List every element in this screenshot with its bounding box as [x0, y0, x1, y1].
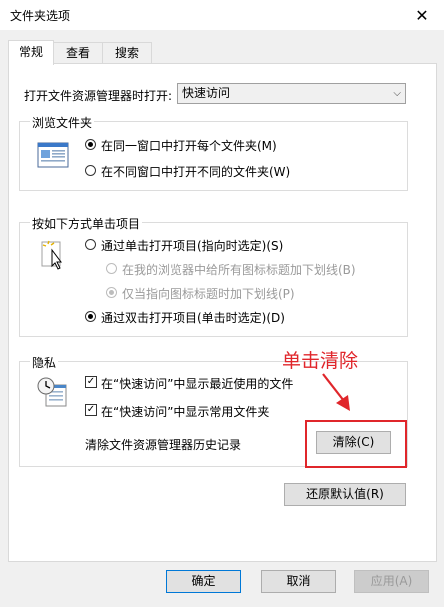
radio-new-window-label[interactable]: 在不同窗口中打开不同的文件夹(W): [101, 163, 290, 180]
tab-search[interactable]: 搜索: [102, 42, 152, 64]
checkbox-frequent-folders[interactable]: ✓: [85, 404, 97, 416]
annotation-arrow-icon: [318, 371, 358, 413]
tab-general[interactable]: 常规: [8, 40, 54, 65]
annotation-text: 单击清除: [282, 350, 359, 372]
click-items-title: 按如下方式单击项目: [30, 215, 143, 232]
radio-single-click-label[interactable]: 通过单击打开项目(指向时选定)(S): [101, 237, 283, 254]
folder-window-icon: [37, 142, 69, 170]
history-clock-icon: [36, 376, 68, 408]
open-explorer-select[interactable]: 快速访问 ⌵: [177, 83, 406, 104]
pointer-click-icon: [40, 240, 68, 270]
radio-underline-always[interactable]: [106, 263, 117, 274]
clear-history-button[interactable]: 清除(C): [316, 431, 391, 454]
radio-underline-hover-label[interactable]: 仅当指向图标标题时加下划线(P): [122, 285, 295, 302]
radio-underline-always-label[interactable]: 在我的浏览器中给所有图标标题加下划线(B): [122, 261, 356, 278]
window-title: 文件夹选项: [10, 9, 71, 23]
chevron-down-icon: ⌵: [393, 88, 401, 99]
radio-double-click-label[interactable]: 通过双击打开项目(单击时选定)(D): [101, 309, 285, 326]
browse-folders-title: 浏览文件夹: [30, 114, 95, 131]
close-button[interactable]: ✕: [404, 2, 440, 28]
tab-view[interactable]: 查看: [53, 42, 103, 64]
radio-same-window[interactable]: [85, 139, 96, 150]
open-explorer-label: 打开文件资源管理器时打开:: [24, 89, 173, 103]
cancel-button[interactable]: 取消: [261, 570, 336, 593]
radio-new-window[interactable]: [85, 165, 96, 176]
radio-same-window-label[interactable]: 在同一窗口中打开每个文件夹(M): [101, 137, 277, 154]
radio-underline-hover[interactable]: [106, 287, 117, 298]
browse-folders-group: [19, 121, 408, 191]
apply-button[interactable]: 应用(A): [354, 570, 429, 593]
close-icon: ✕: [415, 5, 429, 25]
radio-single-click[interactable]: [85, 239, 96, 250]
clear-history-label: 清除文件资源管理器历史记录: [85, 438, 242, 452]
privacy-title: 隐私: [30, 354, 59, 371]
checkbox-recent-files-label[interactable]: 在“快速访问”中显示最近使用的文件: [101, 375, 293, 392]
ok-button[interactable]: 确定: [166, 570, 241, 593]
restore-defaults-button[interactable]: 还原默认值(R): [284, 483, 406, 506]
radio-double-click[interactable]: [85, 311, 96, 322]
checkbox-recent-files[interactable]: ✓: [85, 376, 97, 388]
checkbox-frequent-folders-label[interactable]: 在“快速访问”中显示常用文件夹: [101, 403, 269, 420]
